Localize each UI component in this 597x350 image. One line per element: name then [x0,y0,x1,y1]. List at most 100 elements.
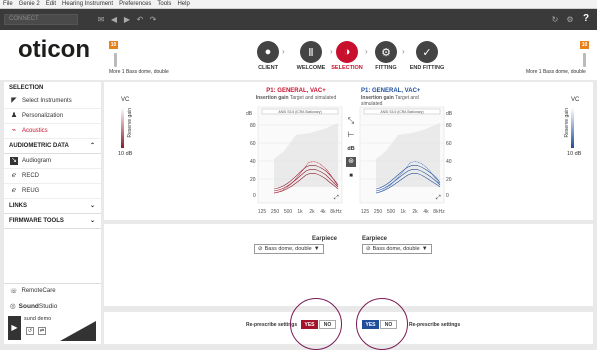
ear-icon[interactable]: ⊛ [346,157,356,167]
instrument-icon: ◤ [11,97,17,104]
ear-icon: ℯ [11,187,17,194]
step-selection[interactable]: ◑ SELECTION [330,41,364,71]
right-reserve-gain-label: Reserve gain [564,108,570,138]
play-icon[interactable]: ▶ [8,316,21,340]
right-gain-graph[interactable]: ANSI S3.6 (ICRA Stationary) dB 80 60 40 … [358,105,458,217]
menu-bar: File Genie 2 Edit Hearing Instrument Prefere… [0,0,597,9]
loop-icon[interactable]: ↺ [26,327,34,335]
menu-help[interactable]: Help [174,0,192,9]
sidebar-section-audiometric[interactable]: AUDIOMETRIC DATA ⌃ [4,139,101,154]
arrow-icon: › [282,47,285,56]
db-icon[interactable]: dB [346,144,356,154]
right-y-tick: 20 [446,177,452,183]
menu-preferences[interactable]: Preferences [116,0,154,9]
curve-icon[interactable]: ⤡ [346,116,356,126]
sidebar-section-links[interactable]: LINKS ⌄ [4,199,101,214]
left-y-unit: dB [246,111,253,117]
right-earpiece-label: Earpiece [362,236,388,242]
ear-icon: ℯ [11,172,17,179]
represcribe-panel [104,312,593,344]
flat-icon[interactable]: ⊢ [346,130,356,140]
save-icon[interactable]: ✉ [96,15,106,25]
stop-icon[interactable]: ■ [346,171,356,181]
right-x-tick: 1k [400,209,406,215]
right-hi-label: More 1 Bass dome, double [526,69,586,75]
redo-icon[interactable]: ↷ [148,15,158,25]
left-earpiece-dropdown[interactable]: ⊘ Bass dome, double ▼ [254,244,324,254]
right-y-tick: 80 [446,123,452,129]
expand-icon: ⤢ [436,194,441,201]
person-icon: ● [257,41,279,63]
refresh-icon[interactable]: ↻ [550,15,560,25]
sound-demo-label: sund demo [24,316,52,322]
left-hi-badge: 10 [109,41,118,49]
devices-icon: Ⅱ [300,41,322,63]
right-graph-title: P1: GENERAL, VAC+ [361,88,421,94]
right-y-unit: dB [446,111,453,117]
oticon-logo: oticon [18,36,90,63]
left-hi-label: More 1 Bass dome, double [109,69,169,75]
step-end-fitting[interactable]: ✓ END FITTING [405,41,449,71]
left-x-tick: 250 [271,209,280,215]
menu-edit[interactable]: Edit [43,0,59,9]
play-icon[interactable]: ▶ [122,15,132,25]
caret-down-icon: ▼ [421,246,428,252]
left-y-tick: 60 [250,141,256,147]
left-gain-graph[interactable]: ANSI S3.6 (ICRA Stationary) dB 80 60 40 … [244,105,344,217]
help-icon[interactable]: ? [581,14,591,24]
right-y-tick: 0 [446,193,449,199]
left-y-tick: 40 [250,159,256,165]
sidebar-item-personalization[interactable]: ♟ Personalization [4,109,101,124]
audiogram-icon: ↘ [10,157,18,165]
sidebar-section-selection: SELECTION [9,85,44,91]
menu-hearing-instrument[interactable]: Hearing Instrument [59,0,116,9]
right-earpiece-dropdown[interactable]: ⊘ Bass dome, double ▼ [362,244,432,254]
sidebar-item-recd[interactable]: ℯ RECD [4,169,101,184]
right-x-tick: 500 [387,209,396,215]
left-graph-legend: ANSI S3.6 (ICRA Stationary) [278,110,321,114]
speaker-icon[interactable]: ◀ [109,15,119,25]
sidebar-item-acoustics[interactable]: ⌁ Acoustics [4,124,101,139]
left-reserve-gain-label: Reserve gain [127,108,133,138]
left-reserve-gain-bar [121,108,124,148]
settings-icon[interactable]: ⚙ [565,15,575,25]
right-y-tick: 40 [446,159,452,165]
right-hi-icon[interactable] [583,53,586,67]
undo-icon[interactable]: ↶ [135,15,145,25]
toolbar [0,9,597,30]
expand-icon: ⤢ [334,194,339,201]
remotecare-icon: ☏ [10,288,18,295]
left-x-tick: 4k [320,209,326,215]
shuffle-icon[interactable]: ⇄ [38,327,46,335]
arrow-icon: › [365,47,368,56]
left-graph-title: P1: GENERAL, VAC+ [266,88,326,94]
sidebar-item-select-instruments[interactable]: ◤ Select Instruments [4,94,101,109]
right-represcribe-label: Re-prescribe settings [409,322,461,328]
left-y-tick: 20 [250,177,256,183]
step-fitting[interactable]: ⚙ FITTING [371,41,401,71]
sidebar-item-reug[interactable]: ℯ REUG [4,184,101,199]
step-welcome[interactable]: Ⅱ WELCOME [291,41,331,71]
earpiece-panel [104,224,593,306]
chevron-down-icon: ⌄ [89,218,95,224]
menu-genie2[interactable]: Genie 2 [16,0,43,9]
client-field[interactable]: CONNECT [4,14,78,25]
left-x-tick: 2k [309,209,315,215]
left-hi-icon[interactable] [114,53,117,67]
volume-slider[interactable] [60,321,96,341]
right-graph-legend: ANSI S3.6 (ICRA Stationary) [380,110,423,114]
sidebar-section-firmware[interactable]: FIRMWARE TOOLS ⌄ [4,214,101,229]
left-x-tick: 125 [258,209,267,215]
selection-icon: ◑ [336,41,358,63]
soundstudio-icon: ◎ [10,303,16,310]
menu-file[interactable]: File [0,0,16,9]
menu-tools[interactable]: Tools [154,0,174,9]
soundstudio-header: ◎ Sound Studio [4,300,101,312]
remotecare-link[interactable]: ☏ RemoteCare [4,283,101,298]
right-reserve-gain-bar [571,108,574,148]
person-icon: ♟ [10,112,18,119]
right-vc-label: VC [571,97,580,103]
sidebar-item-audiogram[interactable]: ↘ Audiogram [4,154,101,169]
step-client[interactable]: ● CLIENT [255,41,281,71]
check-icon: ✓ [416,41,438,63]
